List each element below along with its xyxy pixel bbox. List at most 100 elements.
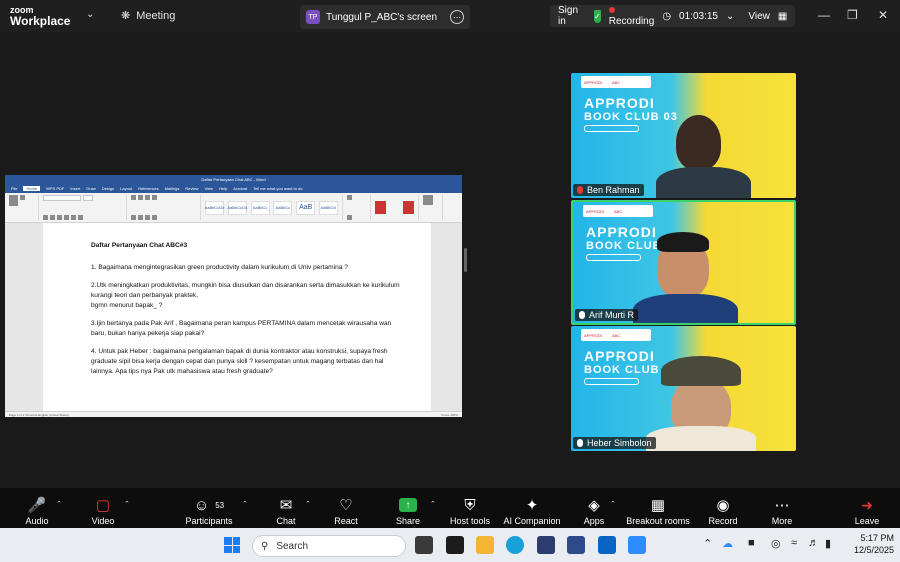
align-center-icon[interactable] bbox=[138, 215, 143, 220]
style-heading2[interactable]: AaBbCc bbox=[273, 200, 293, 215]
align-left-icon[interactable] bbox=[131, 215, 136, 220]
pdf-share-icon[interactable] bbox=[403, 201, 414, 214]
video-tile-heber-simbolon[interactable]: APPRODI ABC APPRODI BOOK CLUB 03 Heber Si… bbox=[571, 326, 796, 451]
sort-icon[interactable] bbox=[152, 195, 157, 200]
app-icon[interactable] bbox=[446, 536, 464, 554]
addins-icon[interactable] bbox=[423, 195, 433, 205]
close-icon[interactable]: ✕ bbox=[878, 8, 888, 22]
tab-view[interactable]: View bbox=[204, 186, 213, 191]
chevron-up-icon[interactable]: ⌃ bbox=[305, 500, 311, 508]
host-tools-button[interactable]: ⛨ Host tools bbox=[449, 492, 491, 527]
participants-button[interactable]: ☺ 53 Participants bbox=[184, 492, 234, 527]
ai-companion-button[interactable]: ✦ AI Companion bbox=[503, 492, 561, 526]
tab-review[interactable]: Review bbox=[185, 186, 198, 191]
file-explorer-icon[interactable] bbox=[476, 536, 494, 554]
video-button[interactable]: ▢ Video bbox=[88, 492, 118, 526]
battery-icon[interactable]: ▮ bbox=[825, 537, 831, 550]
tell-me-box[interactable]: Tell me what you want to do bbox=[253, 186, 302, 191]
task-view-icon[interactable] bbox=[415, 536, 433, 554]
taskbar-search[interactable]: ⚲ Search bbox=[252, 535, 406, 557]
app-tray-icon[interactable]: ■ bbox=[748, 537, 755, 549]
strikethrough-icon[interactable] bbox=[64, 215, 69, 220]
react-button[interactable]: ♡ React bbox=[333, 492, 359, 526]
view-button[interactable]: View bbox=[748, 11, 770, 22]
shared-screen[interactable]: Daftar Pertanyaan Chat ABC - Word File H… bbox=[5, 175, 462, 417]
more-options-icon[interactable]: ⋯ bbox=[450, 10, 464, 24]
participant-body bbox=[646, 426, 756, 451]
outlook-icon[interactable] bbox=[598, 536, 616, 554]
chevron-up-icon[interactable]: ⌃ bbox=[430, 500, 436, 508]
video-tile-ben-rahman[interactable]: APPRODI ABC APPRODI BOOK CLUB 03 Ben Rahm… bbox=[571, 73, 796, 198]
tab-layout[interactable]: Layout bbox=[120, 186, 132, 191]
shared-screen-indicator[interactable]: TP Tunggul P_ABC's screen ⋯ bbox=[300, 5, 470, 29]
highlight-icon[interactable] bbox=[71, 215, 76, 220]
chevron-up-icon[interactable]: ⌃ bbox=[124, 500, 130, 508]
chevron-down-icon[interactable]: ⌄ bbox=[86, 9, 94, 20]
align-right-icon[interactable] bbox=[145, 215, 150, 220]
store-icon[interactable] bbox=[537, 536, 555, 554]
chat-button[interactable]: ✉ Chat bbox=[274, 492, 298, 526]
cut-icon[interactable] bbox=[20, 195, 25, 200]
share-button[interactable]: ↑ Share bbox=[395, 492, 421, 526]
security-shield-icon[interactable]: ✓ bbox=[594, 9, 601, 23]
italic-icon[interactable] bbox=[50, 215, 55, 220]
replace-icon[interactable] bbox=[347, 215, 352, 220]
find-icon[interactable] bbox=[347, 195, 352, 200]
recording-status[interactable]: Recording bbox=[608, 5, 654, 27]
split-view-handle[interactable] bbox=[464, 248, 467, 272]
audio-button[interactable]: 🎤 Audio bbox=[22, 492, 52, 526]
speaker-icon[interactable]: ♬ bbox=[808, 537, 819, 549]
font-size-box[interactable] bbox=[83, 195, 93, 201]
indent-icon[interactable] bbox=[145, 195, 150, 200]
breakout-rooms-button[interactable]: ▦ Breakout rooms bbox=[626, 492, 690, 526]
tab-file[interactable]: File bbox=[11, 186, 17, 191]
pdf-icon[interactable] bbox=[375, 201, 386, 214]
style-heading1[interactable]: AaBbCc bbox=[250, 200, 270, 215]
meeting-menu[interactable]: ❋ Meeting bbox=[121, 9, 175, 23]
chevron-up-icon[interactable]: ⌃ bbox=[610, 500, 616, 508]
justify-icon[interactable] bbox=[152, 215, 157, 220]
video-tile-arif-murti[interactable]: APPRODI ABC APPRODI BOOK CLUB 03 Arif Mur… bbox=[571, 200, 796, 325]
font-name-box[interactable] bbox=[43, 195, 81, 201]
taskbar-clock[interactable]: 5:17 PM 12/5/2025 bbox=[842, 532, 894, 556]
chevron-up-icon[interactable]: ⌃ bbox=[703, 537, 712, 550]
tab-references[interactable]: References bbox=[138, 186, 158, 191]
style-subtitle[interactable]: AaBbCcI bbox=[318, 200, 338, 215]
underline-icon[interactable] bbox=[57, 215, 62, 220]
style-normal[interactable]: AaBbCcDd bbox=[205, 200, 224, 215]
tab-home[interactable]: Home bbox=[23, 186, 41, 191]
style-no-spacing[interactable]: AaBbCcDd bbox=[227, 200, 247, 215]
tab-wps-pdf[interactable]: WPS PDF bbox=[46, 186, 64, 191]
tab-insert[interactable]: Insert bbox=[70, 186, 80, 191]
tab-mailings[interactable]: Mailings bbox=[165, 186, 180, 191]
chevron-down-icon[interactable]: ⌄ bbox=[726, 11, 734, 22]
sign-in-button[interactable]: Sign in bbox=[558, 5, 578, 27]
leave-button[interactable]: ➜ Leave bbox=[854, 492, 880, 527]
tab-acrobat[interactable]: Acrobat bbox=[233, 186, 247, 191]
cloud-icon[interactable]: ☁ bbox=[722, 537, 733, 550]
edge-icon[interactable] bbox=[506, 536, 524, 554]
tab-help[interactable]: Help bbox=[219, 186, 227, 191]
view-grid-icon[interactable]: ▦ bbox=[778, 11, 787, 22]
app-icon[interactable] bbox=[567, 536, 585, 554]
wifi-icon[interactable]: ≈ bbox=[791, 537, 797, 549]
minimize-icon[interactable]: — bbox=[818, 8, 830, 22]
more-button[interactable]: ⋯ More bbox=[770, 492, 794, 526]
chevron-up-icon[interactable]: ⌃ bbox=[56, 500, 62, 508]
record-button[interactable]: ◉ Record bbox=[708, 492, 738, 526]
chevron-up-icon[interactable]: ⌃ bbox=[242, 500, 248, 508]
apps-button[interactable]: ◈ Apps bbox=[582, 492, 606, 526]
style-title[interactable]: AaB bbox=[296, 200, 316, 215]
font-color-icon[interactable] bbox=[78, 215, 83, 220]
zoom-taskbar-icon[interactable] bbox=[628, 536, 646, 554]
numbering-icon[interactable] bbox=[138, 195, 143, 200]
paste-icon[interactable] bbox=[9, 195, 18, 206]
microphone-icon[interactable]: ◎ bbox=[771, 537, 781, 550]
bold-icon[interactable] bbox=[43, 215, 48, 220]
tab-design[interactable]: Design bbox=[102, 186, 114, 191]
restore-icon[interactable]: ❐ bbox=[847, 8, 858, 22]
document-page[interactable]: Daftar Pertanyaan Chat ABC#3 1. Bagaiman… bbox=[43, 223, 431, 411]
windows-start-icon[interactable] bbox=[224, 537, 240, 553]
bullets-icon[interactable] bbox=[131, 195, 136, 200]
tab-draw[interactable]: Draw bbox=[86, 186, 95, 191]
